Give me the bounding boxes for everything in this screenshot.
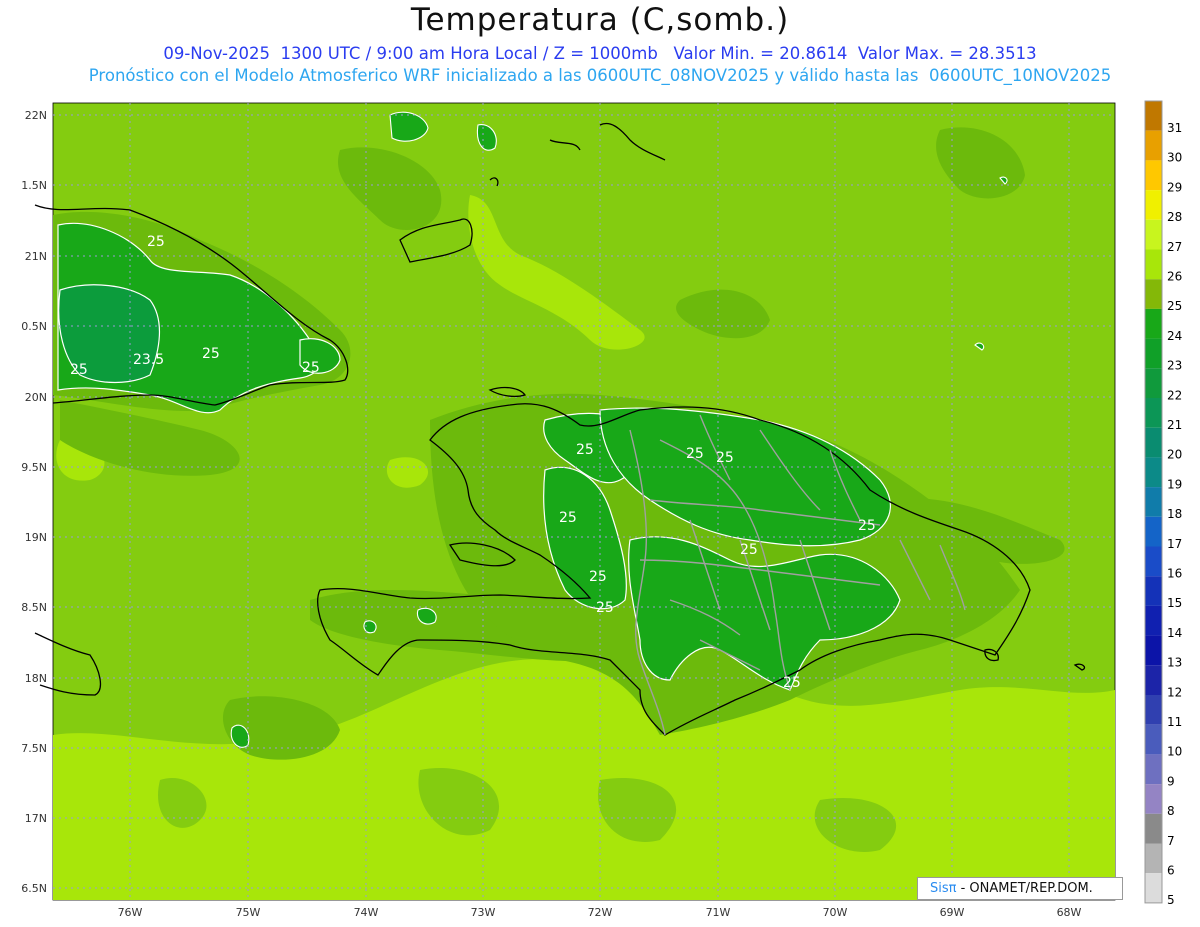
colorbar-label: 10 xyxy=(1167,745,1182,759)
colorbar-swatch xyxy=(1145,546,1162,577)
colorbar-label: 30 xyxy=(1167,151,1182,165)
colorbar-swatch xyxy=(1145,160,1162,191)
colorbar-label: 17 xyxy=(1167,537,1182,551)
lon-label: 73W xyxy=(471,906,496,919)
colorbar-label: 22 xyxy=(1167,388,1182,402)
colorbar-label: 5 xyxy=(1167,893,1175,907)
colorbar-label: 13 xyxy=(1167,656,1182,670)
contour-label: 25 xyxy=(596,600,614,616)
colorbar-swatch xyxy=(1145,219,1162,250)
contour-label: 25 xyxy=(147,234,165,250)
colorbar-label: 7 xyxy=(1167,834,1175,848)
colorbar-label: 26 xyxy=(1167,270,1182,284)
colorbar-swatch xyxy=(1145,695,1162,725)
colorbar-swatch xyxy=(1145,635,1162,666)
colorbar: 31 30 29 28 27 26 25 24 23 22 21 20 19 18 17 16 15 14 13 12… xyxy=(1144,100,1182,907)
lat-label: 8.5N xyxy=(21,601,47,614)
lon-label: 76W xyxy=(118,906,143,919)
colorbar-swatch xyxy=(1145,249,1162,280)
colorbar-label: 28 xyxy=(1167,210,1182,224)
lon-label: 75W xyxy=(236,906,261,919)
colorbar-label: 25 xyxy=(1167,299,1182,313)
lat-label: 1.5N xyxy=(21,179,47,192)
contour-label: 25 xyxy=(302,360,320,376)
contour-label: 25 xyxy=(686,446,704,462)
contour-label: 25 xyxy=(783,675,801,691)
colorbar-label: 18 xyxy=(1167,507,1182,521)
colorbar-label: 19 xyxy=(1167,477,1182,491)
contour-label: 25 xyxy=(70,362,88,378)
colorbar-label: 31 xyxy=(1167,121,1182,135)
colorbar-label: 8 xyxy=(1167,804,1175,818)
contour-label: 25 xyxy=(589,569,607,585)
colorbar-label: 15 xyxy=(1167,596,1182,610)
lat-label: 20N xyxy=(25,391,47,404)
lat-label: 17N xyxy=(25,812,47,825)
lon-label: 71W xyxy=(706,906,731,919)
colorbar-swatch xyxy=(1145,843,1162,874)
contour-label: 25 xyxy=(576,442,594,458)
lon-label: 70W xyxy=(823,906,848,919)
temperature-map: 22N 1.5N 21N 0.5N 20N 9.5N 19N 8.5N 18N … xyxy=(21,100,1182,919)
lat-label: 19N xyxy=(25,531,47,544)
lat-label: 6.5N xyxy=(21,882,47,895)
colorbar-swatch xyxy=(1145,605,1162,636)
colorbar-swatch xyxy=(1145,487,1162,517)
colorbar-swatch xyxy=(1145,368,1162,398)
lon-label: 72W xyxy=(588,906,613,919)
lat-label: 18N xyxy=(25,672,47,685)
colorbar-swatch xyxy=(1145,873,1162,903)
lat-label: 21N xyxy=(25,250,47,263)
colorbar-swatch xyxy=(1145,279,1162,309)
colorbar-swatch xyxy=(1145,576,1162,606)
colorbar-swatch xyxy=(1145,308,1162,339)
colorbar-label: 27 xyxy=(1167,240,1182,254)
contour-label: 23.5 xyxy=(133,352,164,368)
credit-text: - ONAMET/REP.DOM. xyxy=(960,881,1093,896)
colorbar-swatch xyxy=(1145,754,1162,785)
colorbar-label: 12 xyxy=(1167,685,1182,699)
colorbar-label: 24 xyxy=(1167,329,1182,343)
lat-label: 7.5N xyxy=(21,742,47,755)
colorbar-swatch xyxy=(1145,516,1162,547)
longitude-labels: 76W 75W 74W 73W 72W 71W 70W 69W 68W xyxy=(118,906,1082,919)
colorbar-swatch xyxy=(1145,724,1162,755)
colorbar-label: 29 xyxy=(1167,180,1182,194)
latitude-labels: 22N 1.5N 21N 0.5N 20N 9.5N 19N 8.5N 18N … xyxy=(21,109,47,895)
lon-label: 69W xyxy=(940,906,965,919)
colorbar-label: 9 xyxy=(1167,774,1175,788)
credit-brand: Sisπ xyxy=(930,881,957,896)
colorbar-label: 6 xyxy=(1167,864,1175,878)
contour-label: 25 xyxy=(858,518,876,534)
lat-label: 22N xyxy=(25,109,47,122)
credit-box: Sisπ - ONAMET/REP.DOM. xyxy=(917,877,1123,900)
colorbar-swatch xyxy=(1145,130,1162,161)
colorbar-swatch xyxy=(1145,190,1162,220)
colorbar-swatch xyxy=(1145,101,1162,131)
contour-label: 25 xyxy=(716,450,734,466)
colorbar-swatch xyxy=(1145,665,1162,695)
contour-label: 25 xyxy=(202,346,220,362)
colorbar-label: 16 xyxy=(1167,567,1182,581)
colorbar-swatch xyxy=(1145,398,1162,428)
colorbar-label: 11 xyxy=(1167,715,1182,729)
colorbar-swatch xyxy=(1145,338,1162,369)
lon-label: 68W xyxy=(1057,906,1082,919)
colorbar-label: 23 xyxy=(1167,359,1182,373)
colorbar-label: 20 xyxy=(1167,448,1182,462)
colorbar-swatch xyxy=(1145,457,1162,488)
colorbar-swatch xyxy=(1145,813,1162,844)
lon-label: 74W xyxy=(354,906,379,919)
contour-label: 25 xyxy=(559,510,577,526)
lat-label: 9.5N xyxy=(21,461,47,474)
colorbar-swatch xyxy=(1145,784,1162,814)
colorbar-label: 21 xyxy=(1167,418,1182,432)
contour-label: 25 xyxy=(740,542,758,558)
colorbar-label: 14 xyxy=(1167,626,1182,640)
colorbar-swatch xyxy=(1145,427,1162,458)
lat-label: 0.5N xyxy=(21,320,47,333)
